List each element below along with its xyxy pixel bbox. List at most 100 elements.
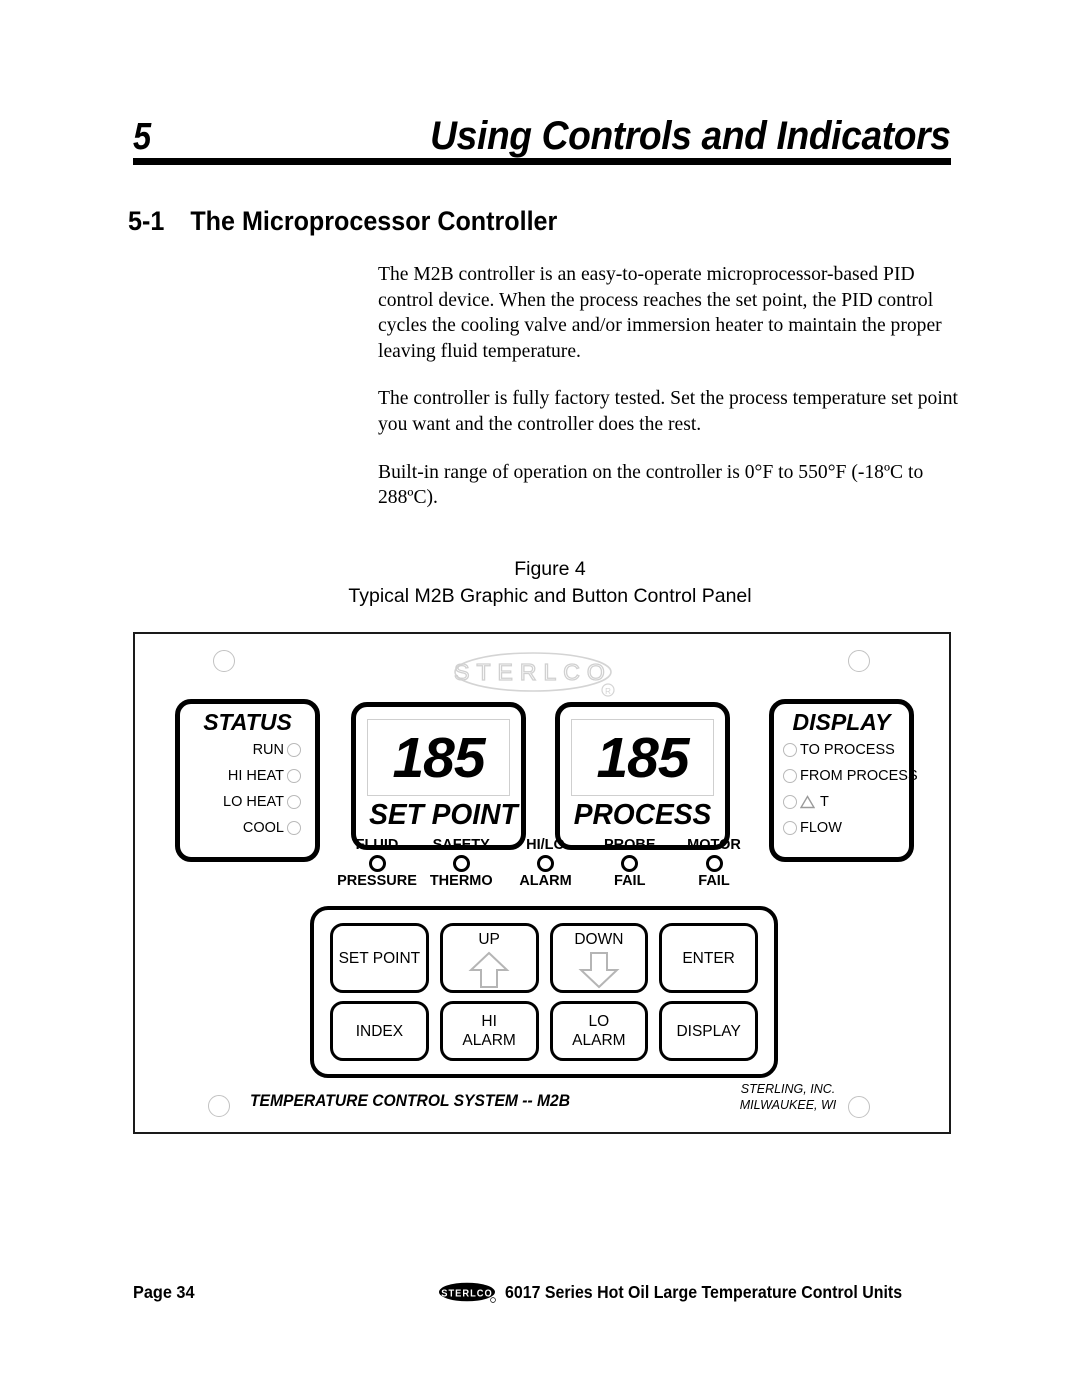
section-title: The Microprocessor Controller	[190, 206, 558, 236]
alarm-label-bottom: FAIL	[698, 873, 730, 889]
sterlco-outline-logo-icon: STERLCO R	[454, 652, 615, 697]
status-item-run: RUN	[180, 739, 301, 760]
key-set-point[interactable]: SET POINT	[330, 923, 429, 993]
sterlco-logo-icon: STERLCO	[439, 1282, 496, 1303]
status-item-cool: COOL	[180, 817, 301, 838]
display-item-delta-t: T	[783, 791, 909, 812]
manufacturer-address: STERLING, INC. MILWAUKEE, WI	[733, 1081, 843, 1113]
status-label: LO HEAT	[223, 793, 284, 810]
figure-caption: Figure 4 Typical M2B Graphic and Button …	[180, 556, 920, 610]
key-display[interactable]: DISPLAY	[659, 1001, 758, 1061]
control-panel-figure: STERLCO R STATUS RUN HI HEAT LO HEAT COO…	[133, 632, 951, 1134]
delta-triangle-icon	[800, 794, 815, 808]
key-hi-alarm[interactable]: HI ALARM	[439, 1001, 539, 1061]
key-label: SET POINT	[338, 949, 421, 967]
process-screen: 185	[571, 719, 714, 796]
svg-text:STERLCO: STERLCO	[454, 659, 612, 685]
process-label: PROCESS	[573, 799, 712, 831]
body-paragraph-1: The M2B controller is an easy-to-operate…	[378, 264, 942, 362]
alarm-led-icon	[621, 855, 639, 872]
display-label: FLOW	[800, 819, 842, 836]
key-lo-alarm[interactable]: LO ALARM	[549, 1001, 649, 1061]
key-up[interactable]: UP	[439, 923, 539, 993]
display-indicator-list: TO PROCESS FROM PROCESS T FLOW	[774, 739, 918, 838]
led-indicator-icon	[783, 768, 797, 783]
figure-title: Typical M2B Graphic and Button Control P…	[348, 585, 752, 607]
display-module: DISPLAY TO PROCESS FROM PROCESS T FLOW	[769, 699, 918, 862]
display-item-from-process: FROM PROCESS	[783, 765, 918, 786]
key-enter[interactable]: ENTER	[659, 923, 758, 993]
alarm-motor-fail: MOTOR FAIL	[674, 837, 754, 890]
body-paragraph-3: Built-in range of operation on the contr…	[378, 461, 924, 509]
process-readout-module: 185 PROCESS	[555, 702, 730, 850]
alarm-label-bottom: PRESSURE	[337, 873, 417, 889]
key-label: HI	[481, 1013, 497, 1030]
keypad-grid: SET POINT UP DOWN ENTER INDEX HI ALARM L…	[330, 923, 758, 1061]
alarm-fluid-pressure: FLUID PRESSURE	[337, 837, 417, 890]
chapter-header: 5 Using Controls and Indicators	[133, 96, 951, 158]
down-arrow-icon	[578, 952, 620, 989]
mounting-screw-icon	[848, 1096, 870, 1118]
led-indicator-icon	[783, 794, 797, 809]
alarm-label-top: FLUID	[355, 837, 399, 853]
alarm-label-top: SAFETY	[432, 837, 490, 853]
display-module-title: DISPLAY	[792, 709, 891, 735]
status-label: RUN	[252, 741, 284, 758]
alarm-led-icon	[705, 855, 723, 872]
status-label: COOL	[242, 819, 284, 836]
figure-number: Figure 4	[514, 558, 586, 580]
mounting-screw-icon	[848, 650, 870, 672]
status-indicator-list: RUN HI HEAT LO HEAT COOL	[180, 739, 315, 838]
chapter-title: Using Controls and Indicators	[430, 114, 952, 158]
key-index[interactable]: INDEX	[330, 1001, 429, 1061]
display-label: TO PROCESS	[800, 741, 895, 758]
svg-text:STERLCO: STERLCO	[441, 1288, 493, 1299]
mounting-screw-icon	[208, 1095, 230, 1117]
alarm-led-icon	[537, 855, 554, 872]
chapter-number: 5	[133, 116, 151, 158]
panel-legend: TEMPERATURE CONTROL SYSTEM -- M2B	[250, 1091, 571, 1110]
set-point-label: SET POINT	[369, 799, 518, 831]
alarm-label-bottom: ALARM	[519, 873, 572, 889]
status-module: STATUS RUN HI HEAT LO HEAT COOL	[175, 699, 320, 862]
chapter-rule	[133, 158, 951, 165]
alarm-led-icon	[368, 855, 386, 872]
status-module-title: STATUS	[203, 709, 292, 735]
alarm-hi-lo: HI/LO ALARM	[506, 837, 586, 890]
key-label: UP	[478, 931, 500, 948]
status-item-lo-heat: LO HEAT	[180, 791, 301, 812]
mounting-screw-icon	[213, 650, 235, 672]
footer-title: 6017 Series Hot Oil Large Temperature Co…	[505, 1282, 903, 1302]
manufacturer-city: MILWAUKEE, WI	[739, 1098, 837, 1112]
key-label: DISPLAY	[676, 1022, 741, 1040]
set-point-readout-module: 185 SET POINT	[351, 702, 526, 850]
key-label-2: ALARM	[462, 1032, 516, 1049]
key-label: ENTER	[682, 949, 735, 967]
alarm-label-top: PROBE	[603, 837, 656, 853]
key-label: INDEX	[355, 1022, 404, 1040]
led-indicator-icon	[287, 768, 301, 783]
set-point-value: 185	[392, 725, 485, 790]
status-label: HI HEAT	[227, 767, 284, 784]
page-footer: Page 34 STERLCO 6017 Series Hot Oil Larg…	[133, 1275, 951, 1309]
key-label-2: ALARM	[572, 1032, 626, 1049]
led-indicator-icon	[783, 820, 797, 835]
alarm-safety-thermo: SAFETY THERMO	[421, 837, 501, 890]
display-label: FROM PROCESS	[800, 767, 918, 784]
alarm-probe-fail: PROBE FAIL	[590, 837, 670, 890]
document-page: 5 Using Controls and Indicators 5-1 The …	[0, 0, 1080, 1397]
keypad-module: SET POINT UP DOWN ENTER INDEX HI ALARM L…	[310, 906, 778, 1078]
alarm-led-icon	[452, 855, 470, 872]
footer-brand-block: STERLCO 6017 Series Hot Oil Large Temper…	[438, 1275, 941, 1309]
page-number: Page 34	[133, 1282, 195, 1302]
body-text-column: The M2B controller is an easy-to-operate…	[378, 262, 968, 511]
process-value: 185	[596, 725, 689, 790]
led-indicator-icon	[287, 794, 301, 809]
alarm-label-top: HI/LO	[526, 837, 565, 853]
svg-text:R: R	[605, 687, 611, 696]
status-item-hi-heat: HI HEAT	[180, 765, 301, 786]
display-item-to-process: TO PROCESS	[783, 739, 909, 760]
alarm-label-bottom: THERMO	[429, 873, 493, 889]
key-down[interactable]: DOWN	[549, 923, 649, 993]
section-heading: 5-1 The Microprocessor Controller	[128, 204, 835, 238]
